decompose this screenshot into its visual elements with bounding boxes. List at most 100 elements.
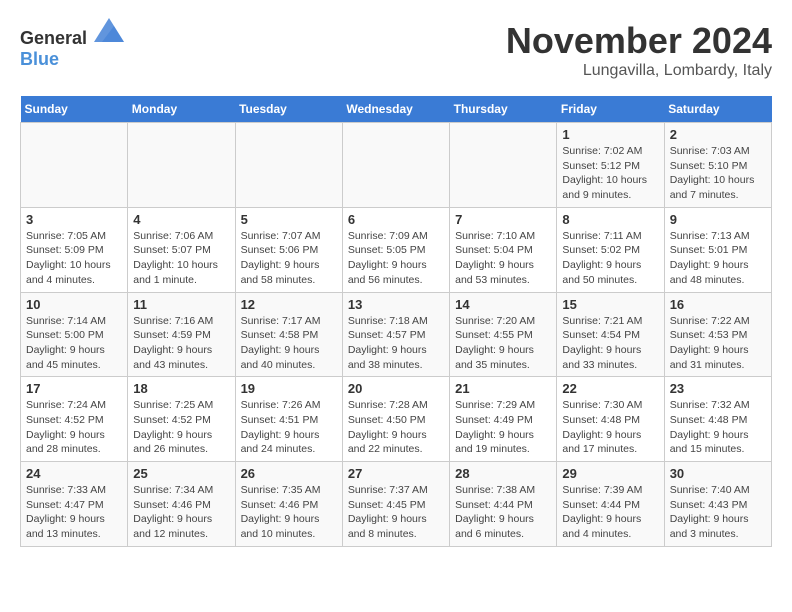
calendar-week-row: 24 Sunrise: 7:33 AM Sunset: 4:47 PM Dayli… [21, 462, 772, 547]
logo: General Blue [20, 20, 124, 70]
day-info-text: Sunrise: 7:26 AM Sunset: 4:51 PM Dayligh… [241, 398, 337, 457]
logo-general-text: General [20, 28, 87, 48]
calendar-day-cell: 5 Sunrise: 7:07 AM Sunset: 5:06 PM Daylig… [235, 207, 342, 292]
header-day-wednesday: Wednesday [342, 96, 449, 123]
calendar-day-cell: 9 Sunrise: 7:13 AM Sunset: 5:01 PM Daylig… [664, 207, 771, 292]
day-number: 11 [133, 297, 229, 312]
day-number: 26 [241, 466, 337, 481]
day-info-text: Sunrise: 7:07 AM Sunset: 5:06 PM Dayligh… [241, 229, 337, 288]
page-header: General Blue November 2024 Lungavilla, L… [20, 20, 772, 80]
month-title: November 2024 [506, 20, 772, 62]
calendar-day-cell: 17 Sunrise: 7:24 AM Sunset: 4:52 PM Dayli… [21, 377, 128, 462]
day-info-text: Sunrise: 7:10 AM Sunset: 5:04 PM Dayligh… [455, 229, 551, 288]
calendar-day-cell: 11Sunrise: 7:16 AM Sunset: 4:59 PM Dayli… [128, 292, 235, 377]
day-info-text: Sunrise: 7:03 AM Sunset: 5:10 PM Dayligh… [670, 144, 766, 203]
calendar-table: SundayMondayTuesdayWednesdayThursdayFrid… [20, 96, 772, 547]
calendar-day-cell: 21 Sunrise: 7:29 AM Sunset: 4:49 PM Dayli… [450, 377, 557, 462]
day-number: 20 [348, 381, 444, 396]
calendar-day-cell [450, 123, 557, 208]
day-number: 25 [133, 466, 229, 481]
day-number: 10 [26, 297, 122, 312]
calendar-day-cell: 14Sunrise: 7:20 AM Sunset: 4:55 PM Dayli… [450, 292, 557, 377]
calendar-day-cell: 19 Sunrise: 7:26 AM Sunset: 4:51 PM Dayli… [235, 377, 342, 462]
day-number: 22 [562, 381, 658, 396]
day-info-text: Sunrise: 7:13 AM Sunset: 5:01 PM Dayligh… [670, 229, 766, 288]
day-number: 2 [670, 127, 766, 142]
day-number: 27 [348, 466, 444, 481]
day-number: 21 [455, 381, 551, 396]
day-info-text: Sunrise: 7:37 AM Sunset: 4:45 PM Dayligh… [348, 483, 444, 542]
day-number: 18 [133, 381, 229, 396]
calendar-header: SundayMondayTuesdayWednesdayThursdayFrid… [21, 96, 772, 123]
day-number: 30 [670, 466, 766, 481]
calendar-day-cell: 30 Sunrise: 7:40 AM Sunset: 4:43 PM Dayli… [664, 462, 771, 547]
day-info-text: Sunrise: 7:30 AM Sunset: 4:48 PM Dayligh… [562, 398, 658, 457]
calendar-day-cell: 1 Sunrise: 7:02 AM Sunset: 5:12 PM Daylig… [557, 123, 664, 208]
day-number: 13 [348, 297, 444, 312]
calendar-body: 1 Sunrise: 7:02 AM Sunset: 5:12 PM Daylig… [21, 123, 772, 547]
day-info-text: Sunrise: 7:20 AM Sunset: 4:55 PM Dayligh… [455, 314, 551, 373]
day-info-text: Sunrise: 7:05 AM Sunset: 5:09 PM Dayligh… [26, 229, 122, 288]
calendar-day-cell: 13Sunrise: 7:18 AM Sunset: 4:57 PM Dayli… [342, 292, 449, 377]
day-number: 3 [26, 212, 122, 227]
day-info-text: Sunrise: 7:33 AM Sunset: 4:47 PM Dayligh… [26, 483, 122, 542]
day-number: 12 [241, 297, 337, 312]
day-info-text: Sunrise: 7:32 AM Sunset: 4:48 PM Dayligh… [670, 398, 766, 457]
day-number: 19 [241, 381, 337, 396]
header-day-sunday: Sunday [21, 96, 128, 123]
day-number: 15 [562, 297, 658, 312]
day-number: 28 [455, 466, 551, 481]
day-info-text: Sunrise: 7:39 AM Sunset: 4:44 PM Dayligh… [562, 483, 658, 542]
day-info-text: Sunrise: 7:22 AM Sunset: 4:53 PM Dayligh… [670, 314, 766, 373]
title-area: November 2024 Lungavilla, Lombardy, Ital… [506, 20, 772, 80]
calendar-day-cell [235, 123, 342, 208]
calendar-day-cell: 29Sunrise: 7:39 AM Sunset: 4:44 PM Dayli… [557, 462, 664, 547]
day-info-text: Sunrise: 7:14 AM Sunset: 5:00 PM Dayligh… [26, 314, 122, 373]
day-number: 24 [26, 466, 122, 481]
calendar-day-cell: 6 Sunrise: 7:09 AM Sunset: 5:05 PM Daylig… [342, 207, 449, 292]
calendar-day-cell: 25 Sunrise: 7:34 AM Sunset: 4:46 PM Dayli… [128, 462, 235, 547]
day-number: 7 [455, 212, 551, 227]
header-day-saturday: Saturday [664, 96, 771, 123]
logo-blue-text: Blue [20, 49, 59, 69]
calendar-day-cell: 18 Sunrise: 7:25 AM Sunset: 4:52 PM Dayli… [128, 377, 235, 462]
day-info-text: Sunrise: 7:09 AM Sunset: 5:05 PM Dayligh… [348, 229, 444, 288]
calendar-day-cell: 2 Sunrise: 7:03 AM Sunset: 5:10 PM Daylig… [664, 123, 771, 208]
day-info-text: Sunrise: 7:38 AM Sunset: 4:44 PM Dayligh… [455, 483, 551, 542]
calendar-day-cell [128, 123, 235, 208]
day-info-text: Sunrise: 7:02 AM Sunset: 5:12 PM Dayligh… [562, 144, 658, 203]
day-info-text: Sunrise: 7:24 AM Sunset: 4:52 PM Dayligh… [26, 398, 122, 457]
calendar-day-cell: 28 Sunrise: 7:38 AM Sunset: 4:44 PM Dayli… [450, 462, 557, 547]
day-number: 6 [348, 212, 444, 227]
calendar-day-cell: 8Sunrise: 7:11 AM Sunset: 5:02 PM Daylig… [557, 207, 664, 292]
calendar-day-cell: 3 Sunrise: 7:05 AM Sunset: 5:09 PM Daylig… [21, 207, 128, 292]
header-day-monday: Monday [128, 96, 235, 123]
logo-icon [94, 18, 124, 42]
calendar-day-cell: 15 Sunrise: 7:21 AM Sunset: 4:54 PM Dayli… [557, 292, 664, 377]
calendar-day-cell: 12 Sunrise: 7:17 AM Sunset: 4:58 PM Dayli… [235, 292, 342, 377]
day-info-text: Sunrise: 7:25 AM Sunset: 4:52 PM Dayligh… [133, 398, 229, 457]
day-info-text: Sunrise: 7:06 AM Sunset: 5:07 PM Dayligh… [133, 229, 229, 288]
calendar-week-row: 1 Sunrise: 7:02 AM Sunset: 5:12 PM Daylig… [21, 123, 772, 208]
day-number: 1 [562, 127, 658, 142]
calendar-day-cell: 23Sunrise: 7:32 AM Sunset: 4:48 PM Dayli… [664, 377, 771, 462]
header-day-thursday: Thursday [450, 96, 557, 123]
calendar-day-cell [21, 123, 128, 208]
day-number: 17 [26, 381, 122, 396]
header-day-tuesday: Tuesday [235, 96, 342, 123]
day-number: 16 [670, 297, 766, 312]
day-info-text: Sunrise: 7:29 AM Sunset: 4:49 PM Dayligh… [455, 398, 551, 457]
calendar-day-cell: 4Sunrise: 7:06 AM Sunset: 5:07 PM Daylig… [128, 207, 235, 292]
day-number: 9 [670, 212, 766, 227]
location-text: Lungavilla, Lombardy, Italy [506, 62, 772, 80]
day-info-text: Sunrise: 7:17 AM Sunset: 4:58 PM Dayligh… [241, 314, 337, 373]
day-info-text: Sunrise: 7:40 AM Sunset: 4:43 PM Dayligh… [670, 483, 766, 542]
calendar-week-row: 17 Sunrise: 7:24 AM Sunset: 4:52 PM Dayli… [21, 377, 772, 462]
day-number: 5 [241, 212, 337, 227]
day-info-text: Sunrise: 7:34 AM Sunset: 4:46 PM Dayligh… [133, 483, 229, 542]
calendar-day-cell [342, 123, 449, 208]
day-info-text: Sunrise: 7:21 AM Sunset: 4:54 PM Dayligh… [562, 314, 658, 373]
calendar-week-row: 10 Sunrise: 7:14 AM Sunset: 5:00 PM Dayli… [21, 292, 772, 377]
day-info-text: Sunrise: 7:35 AM Sunset: 4:46 PM Dayligh… [241, 483, 337, 542]
calendar-day-cell: 22 Sunrise: 7:30 AM Sunset: 4:48 PM Dayli… [557, 377, 664, 462]
